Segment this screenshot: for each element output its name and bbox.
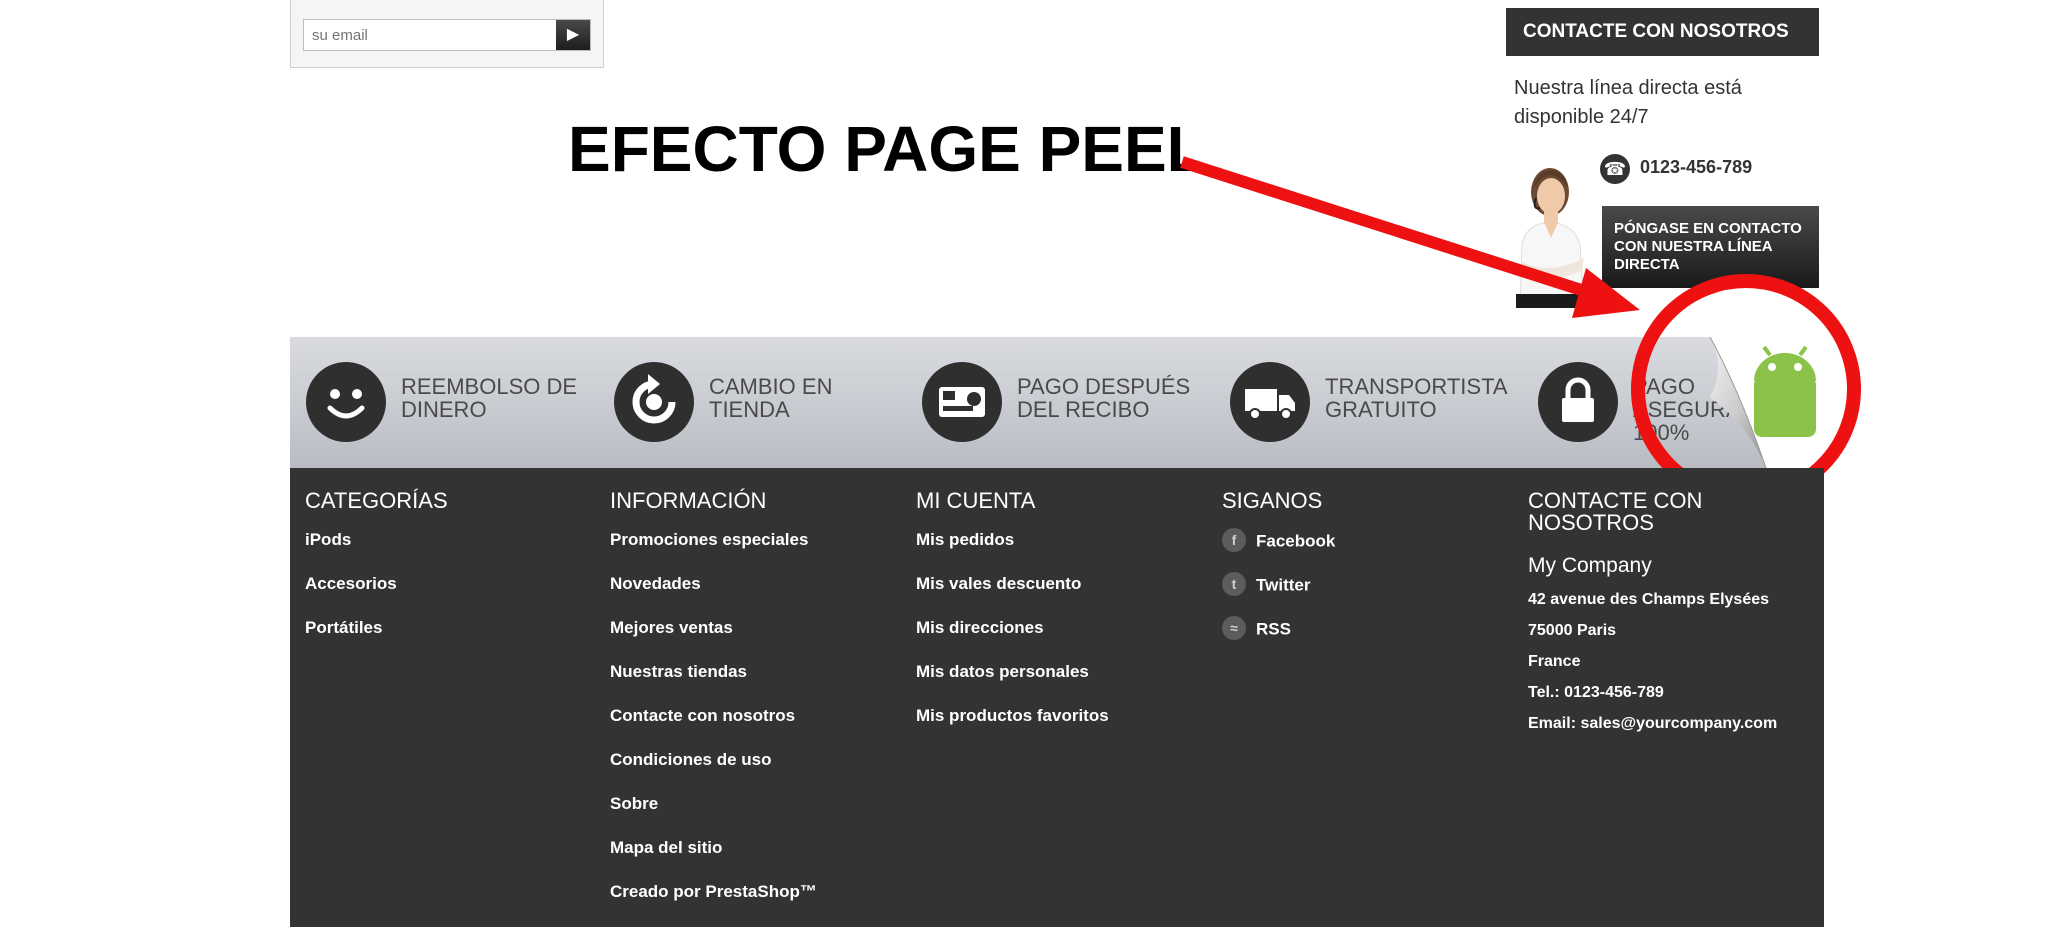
reassurance-band: REEMBOLSO DE DINERO CAMBIO EN TIENDA PAG… [290, 337, 1824, 468]
footer-link[interactable]: Condiciones de uso [610, 750, 900, 794]
footer-social-facebook[interactable]: f Facebook [1222, 528, 1512, 574]
page-peel-corner[interactable] [1650, 337, 1824, 468]
newsletter-field: ▶ [303, 19, 591, 51]
footer-link[interactable]: Mis vales descuento [916, 574, 1206, 618]
reassurance-label: REEMBOLSO DE DINERO [401, 374, 578, 422]
footer-social-twitter[interactable]: t Twitter [1222, 572, 1512, 618]
rss-icon: ≈ [1222, 616, 1246, 640]
reassurance-item-pay-later: PAGO DESPUÉS DEL RECIBO [906, 359, 1206, 445]
footer-link[interactable]: Sobre [610, 794, 900, 838]
footer-link[interactable]: Mapa del sitio [610, 838, 900, 882]
refresh-icon [614, 362, 694, 442]
footer-social-rss[interactable]: ≈ RSS [1222, 616, 1512, 662]
footer-link[interactable]: Creado por PrestaShop™ [610, 882, 900, 926]
contact-hotline-button[interactable]: PÓNGASE EN CONTACTO CON NUESTRA LÍNEA DI… [1602, 206, 1819, 288]
footer-link[interactable]: Accesorios [305, 574, 595, 618]
annotation-title: EFECTO PAGE PEEL [568, 113, 1206, 185]
newsletter-email-input[interactable] [304, 20, 554, 50]
reassurance-label: CAMBIO EN TIENDA [709, 374, 833, 422]
footer-email[interactable]: Email: sales@yourcompany.com [1528, 714, 1788, 745]
footer-link[interactable]: Mis pedidos [916, 530, 1206, 574]
footer-country: France [1528, 653, 1581, 670]
reassurance-label: PAGO DESPUÉS DEL RECIBO [1017, 374, 1191, 422]
footer-company-name: My Company [1528, 554, 1652, 577]
play-triangle-icon: ▶ [566, 26, 580, 43]
reassurance-item-refund: REEMBOLSO DE DINERO [290, 359, 590, 445]
footer-link[interactable]: Nuestras tiendas [610, 662, 900, 706]
facebook-icon: f [1222, 528, 1246, 552]
footer-follow-title: SIGANOS [1222, 488, 1323, 513]
newsletter-block: ▶ [290, 0, 604, 68]
credit-card-icon [922, 362, 1002, 442]
phone-icon: ☎ [1600, 154, 1630, 184]
footer-link[interactable]: Mis datos personales [916, 662, 1206, 706]
smiley-icon [306, 362, 386, 442]
footer-link[interactable]: Novedades [610, 574, 900, 618]
truck-icon [1230, 362, 1310, 442]
footer-follow: SIGANOS f Facebook t Twitter ≈ RSS [1222, 490, 1512, 662]
footer-contact: CONTACTE CON NOSOTROS My Company 42 aven… [1528, 490, 1788, 745]
footer-categories: CATEGORÍAS iPods Accesorios Portátiles [305, 490, 595, 662]
footer-link[interactable]: Mejores ventas [610, 618, 900, 662]
footer-information: INFORMACIÓN Promociones especiales Noved… [610, 490, 900, 926]
footer-tel: Tel.: 0123-456-789 [1528, 684, 1664, 701]
footer-address-line: 42 avenue des Champs Elysées [1528, 591, 1770, 608]
footer-information-title: INFORMACIÓN [610, 488, 767, 513]
footer-link[interactable]: Mis direcciones [916, 618, 1206, 662]
site-footer: CATEGORÍAS iPods Accesorios Portátiles I… [290, 468, 1824, 927]
lock-icon [1538, 362, 1618, 442]
reassurance-item-free-shipping: TRANSPORTISTA GRATUITO [1214, 359, 1514, 445]
footer-address-line: 75000 Paris [1528, 622, 1617, 639]
reassurance-item-exchange: CAMBIO EN TIENDA [598, 359, 898, 445]
contact-block-description: Nuestra línea directa está disponible 24… [1514, 77, 1742, 128]
footer-link[interactable]: Contacte con nosotros [610, 706, 900, 750]
contact-block: CONTACTE CON NOSOTROS Nuestra línea dire… [1506, 8, 1819, 308]
footer-contact-title: CONTACTE CON NOSOTROS [1528, 488, 1703, 535]
footer-link[interactable]: Portátiles [305, 618, 595, 662]
footer-link[interactable]: iPods [305, 530, 595, 574]
footer-categories-title: CATEGORÍAS [305, 488, 448, 513]
support-agent-image [1516, 168, 1592, 308]
footer-account: MI CUENTA Mis pedidos Mis vales descuent… [916, 490, 1206, 750]
reassurance-label: TRANSPORTISTA GRATUITO [1325, 374, 1507, 422]
newsletter-submit-button[interactable]: ▶ [556, 20, 590, 50]
contact-block-header: CONTACTE CON NOSOTROS [1506, 8, 1819, 56]
footer-link[interactable]: Promociones especiales [610, 530, 900, 574]
footer-account-title: MI CUENTA [916, 488, 1036, 513]
twitter-icon: t [1222, 572, 1246, 596]
footer-link[interactable]: Mis productos favoritos [916, 706, 1206, 750]
contact-phone: 0123-456-789 [1640, 157, 1753, 177]
